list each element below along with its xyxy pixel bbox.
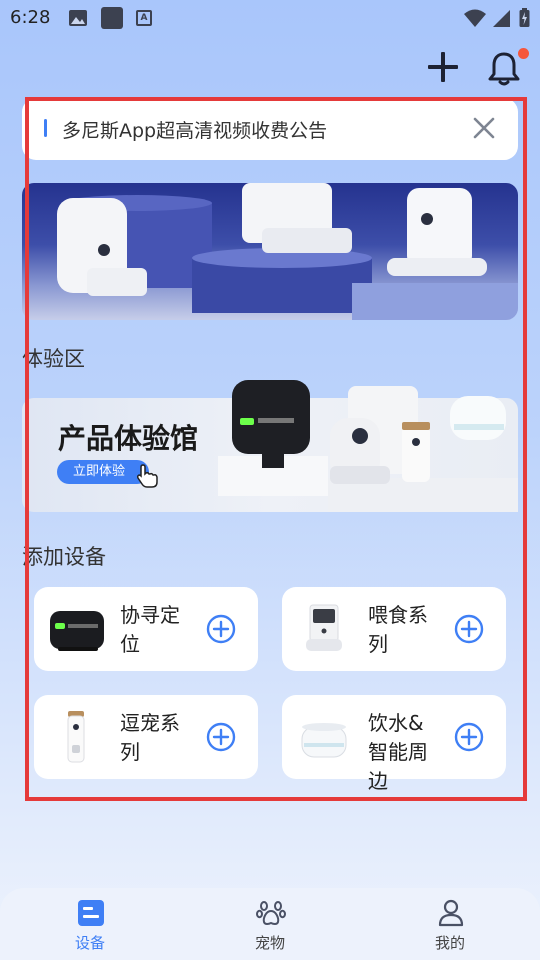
paw-icon — [256, 901, 286, 925]
nav-item-devices[interactable]: 设备 — [30, 888, 150, 960]
add-circle-icon[interactable] — [454, 722, 484, 752]
add-device-section-title: 添加设备 — [22, 545, 106, 569]
announcement-bar[interactable]: 多尼斯App超高清视频收费公告 — [22, 98, 518, 160]
device-label: 喂食系列 — [368, 603, 428, 656]
device-label: 协寻定位 — [120, 603, 180, 656]
pointer-hand-icon — [136, 464, 158, 488]
experience-section-title: 体验区 — [22, 347, 85, 371]
wifi-icon — [464, 9, 486, 27]
add-circle-icon[interactable] — [454, 614, 484, 644]
announcement-accent — [44, 119, 47, 137]
app-notification-icon — [101, 7, 123, 29]
notification-badge — [518, 48, 529, 59]
device-label: 逗宠系列 — [120, 711, 180, 764]
nav-item-me[interactable]: 我的 — [390, 888, 510, 960]
status-time: 6:28 — [10, 7, 51, 28]
experience-hall-title: 产品体验馆 — [58, 422, 199, 455]
add-circle-icon[interactable] — [206, 722, 236, 752]
nav-label: 宠物 — [254, 934, 285, 952]
nav-item-pets[interactable]: 宠物 — [210, 888, 330, 960]
feeder-thumb — [306, 604, 342, 651]
a-notification-icon: A — [136, 10, 152, 26]
battery-icon — [519, 8, 530, 27]
tracker-thumb — [50, 611, 104, 651]
treat-camera-thumb — [67, 711, 85, 763]
add-circle-icon[interactable] — [206, 614, 236, 644]
promo-banner[interactable] — [22, 183, 518, 320]
device-icon — [78, 900, 104, 926]
nav-label: 设备 — [74, 934, 105, 952]
banner-products-image — [57, 183, 518, 320]
device-label: 饮水&智能周边 — [368, 711, 428, 793]
bell-icon[interactable] — [486, 48, 522, 86]
plus-icon[interactable] — [426, 50, 460, 84]
device-card-treat-camera[interactable]: 逗宠系列 — [34, 695, 258, 779]
gallery-icon — [69, 10, 87, 26]
nav-label: 我的 — [434, 934, 465, 952]
announcement-text[interactable]: 多尼斯App超高清视频收费公告 — [62, 116, 327, 143]
signal-icon — [493, 10, 510, 27]
status-bar: 6:28 A — [0, 0, 540, 36]
user-icon — [438, 899, 464, 927]
experience-products-image — [218, 380, 518, 512]
experience-hall-card[interactable]: 产品体验馆 立即体验 — [22, 380, 518, 512]
close-icon[interactable] — [471, 115, 497, 141]
bottom-nav: 设备 宠物 我的 — [0, 888, 540, 960]
device-card-water-fountain[interactable]: 饮水&智能周边 — [282, 695, 506, 793]
water-fountain-thumb — [301, 723, 347, 758]
device-card-feeder[interactable]: 喂食系列 — [282, 587, 506, 671]
device-card-tracker[interactable]: 协寻定位 — [34, 587, 258, 671]
